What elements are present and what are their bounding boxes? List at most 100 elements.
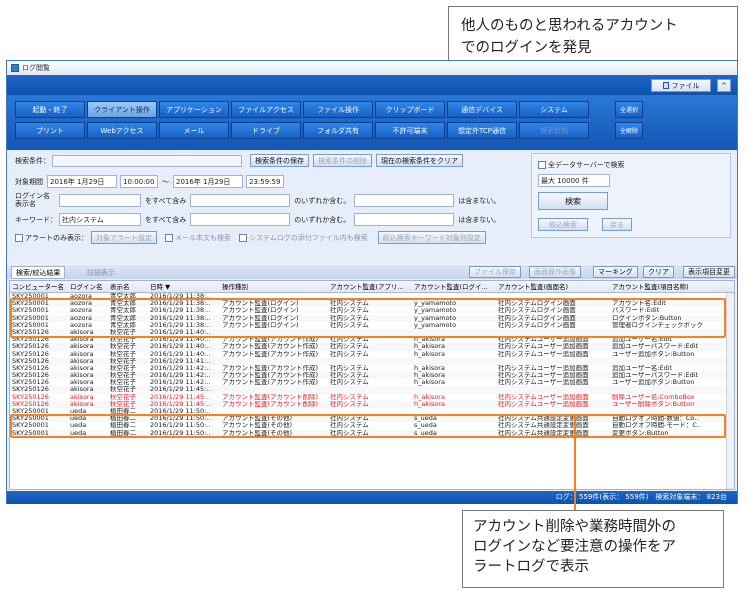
- table-cell: アカウント監査(アカウント作成): [222, 364, 319, 372]
- category-web-access[interactable]: Webアクセス: [87, 122, 157, 139]
- column-header[interactable]: アカウント監査(アプリ...: [328, 281, 412, 292]
- column-header[interactable]: アカウント監査(画面名): [496, 281, 610, 292]
- category-file-op[interactable]: ファイル操作: [303, 101, 373, 118]
- alert-only-checkbox[interactable]: [15, 233, 23, 242]
- category-folder-share[interactable]: フォルダ共有: [303, 122, 373, 139]
- collapse-button[interactable]: ^: [717, 79, 731, 92]
- login-row: をすべて含み のいずれか含む。 は含まない。: [59, 194, 504, 207]
- period-tilde: 〜: [162, 177, 169, 186]
- column-header[interactable]: アカウント監査(ログイ...: [412, 281, 496, 292]
- alert-row[interactable]: SKY250126 akisora 秋空花子 2016/1/29 11:45:.. アカ…: [10, 394, 734, 401]
- category-system[interactable]: システム: [519, 101, 589, 118]
- refine-keyword-button[interactable]: 絞込検索キーワード対象列設定: [377, 231, 486, 244]
- max-count-select[interactable]: 最大 10000 件: [538, 174, 610, 187]
- login-any-input[interactable]: [190, 194, 291, 207]
- column-header[interactable]: 日時 ▼: [148, 281, 220, 292]
- all-servers-row: 全データサーバーで検索: [538, 160, 625, 170]
- keyword-any-input[interactable]: [190, 213, 291, 226]
- table-cell: ユーザー追加ボタン:Button: [612, 350, 695, 358]
- search-button[interactable]: 検索: [538, 192, 608, 210]
- back-button[interactable]: 戻る: [602, 218, 632, 231]
- category-application[interactable]: アプリケーション: [159, 101, 229, 118]
- table-cell: 秋空花子: [110, 386, 136, 394]
- table-row[interactable]: SKY250126 akisora 秋空花子 2016/1/29 11:42:.. アカ…: [10, 372, 734, 380]
- login-not-input[interactable]: [354, 194, 455, 207]
- keyword-all-input[interactable]: 社内システム: [59, 213, 141, 226]
- column-header[interactable]: 操作種別: [220, 281, 328, 292]
- category-comm-device[interactable]: 通信デバイス: [447, 101, 517, 118]
- marking-button[interactable]: マーキング: [593, 266, 638, 278]
- table-cell: 秋空花子: [110, 379, 136, 387]
- date-from-input[interactable]: 2016年 1月29日: [47, 175, 117, 188]
- category-clipboard[interactable]: クリップボード: [375, 101, 445, 118]
- category-startup[interactable]: 起動・終了: [15, 101, 85, 118]
- clear-condition-button[interactable]: 現在の検索条件をクリア: [376, 154, 463, 167]
- category-file-access[interactable]: ファイルアクセス: [231, 101, 301, 118]
- alert-only-label: アラートのみ表示：: [25, 233, 88, 242]
- table-cell: h_akisora: [414, 393, 445, 401]
- time-to-input[interactable]: 23:59:59: [246, 175, 284, 188]
- date-to-input[interactable]: 2016年 1月29日: [173, 175, 243, 188]
- table-cell: h_akisora: [414, 350, 445, 358]
- time-from-input[interactable]: 10:00:00: [120, 175, 158, 188]
- category-unexpected-tcp[interactable]: 想定外TCP通信: [447, 122, 517, 139]
- screen-image-button[interactable]: 画面操作画像: [529, 266, 581, 278]
- category-search-monitor[interactable]: 検索監視: [519, 122, 589, 139]
- category-mail[interactable]: メール: [159, 122, 229, 139]
- highlight-alert-rows: [10, 414, 726, 438]
- table-row[interactable]: SKY250126 akisora 秋空花子 2016/1/29 11:42:.. アカ…: [10, 365, 734, 372]
- table-cell: [328, 386, 412, 393]
- column-change-button[interactable]: 表示項目変更: [683, 266, 735, 278]
- search-options-panel: 全データサーバーで検索 最大 10000 件 検索 絞込検索 戻る: [531, 153, 731, 238]
- table-cell: SKY250126: [12, 364, 49, 372]
- table-cell: [496, 386, 610, 393]
- column-header[interactable]: アカウント監査(項目名称): [610, 281, 722, 292]
- table-cell: h_akisora: [414, 379, 445, 387]
- table-row[interactable]: SKY250126 akisora 秋空花子 2016/1/29 11:42:.. アカ…: [10, 379, 734, 386]
- callout-top: 他人のものと思われるアカウント でのログインを発見: [448, 6, 738, 68]
- save-condition-button[interactable]: 検索条件の保存: [250, 154, 309, 167]
- keyword-row: キーワード： 社内システム をすべて含み のいずれか含む。 は含まない。: [15, 213, 504, 226]
- category-client-op[interactable]: クライアント操作: [87, 101, 157, 118]
- table-row[interactable]: SKY250126 akisora 秋空花子 2016/1/29 11:40:.. アカ…: [10, 351, 734, 358]
- table-row[interactable]: SKY250126 akisora 秋空花子 2016/1/29 11:40:.. アカ…: [10, 343, 734, 351]
- login-name-label: ログイン名: [15, 192, 50, 200]
- mail-body-checkbox[interactable]: [165, 233, 173, 242]
- category-unauthorized-device[interactable]: 不許可端末: [375, 122, 445, 139]
- table-row[interactable]: SKY250126 akisora 秋空花子 2016/1/29 11:45:..: [10, 386, 734, 394]
- clear-button[interactable]: クリア: [643, 266, 674, 278]
- table-row[interactable]: SKY250126 akisora 秋空花子 2016/1/29 11:41:..: [10, 357, 734, 365]
- table-cell: ユーザー追加ボタン:Button: [612, 379, 695, 387]
- column-header[interactable]: ログイン名: [68, 281, 108, 292]
- category-print[interactable]: プリント: [15, 122, 85, 139]
- delete-condition-button[interactable]: 検索条件の削除: [313, 154, 372, 167]
- deselect-all-button[interactable]: 全解除: [615, 122, 643, 139]
- file-save-button[interactable]: ファイル保存: [469, 266, 521, 278]
- table-cell: 2016/1/29 11:42:..: [150, 364, 211, 372]
- column-header[interactable]: 表示名: [108, 281, 148, 292]
- tab-search-results[interactable]: 検索/絞込結果: [11, 266, 66, 279]
- keyword-not-input[interactable]: [354, 213, 455, 226]
- condition-select[interactable]: [52, 154, 242, 167]
- refine-search-button[interactable]: 絞込検索: [538, 218, 588, 231]
- keyword-all-suffix: をすべて含み: [145, 215, 187, 224]
- table-cell: 追加ユーザーパスワード:Edit: [612, 372, 699, 380]
- tab-detail[interactable]: 詳細表示: [83, 266, 119, 279]
- table-cell: 追加ユーザーパスワード:Edit: [612, 343, 699, 351]
- app-icon: [11, 64, 19, 72]
- table-cell: 秋空花子: [110, 400, 136, 408]
- column-header[interactable]: コンピューター名: [10, 281, 68, 292]
- table-cell: 社内システム: [330, 379, 369, 387]
- select-all-button[interactable]: 全選択: [615, 101, 643, 118]
- table-cell: [412, 358, 496, 365]
- login-all-input[interactable]: [59, 194, 141, 207]
- grid-scrollbar[interactable]: [726, 293, 734, 489]
- alert-row[interactable]: SKY250126 akisora 秋空花子 2016/1/29 11:45:.. アカ…: [10, 400, 734, 408]
- file-button[interactable]: ファイル: [651, 79, 711, 92]
- table-cell: 秋空花子: [110, 357, 136, 365]
- all-servers-checkbox[interactable]: [538, 161, 546, 169]
- table-cell: SKY250126: [12, 400, 49, 408]
- attach-search-checkbox[interactable]: [239, 233, 247, 242]
- alert-setting-button[interactable]: 対象アラート設定: [91, 231, 157, 244]
- category-drive[interactable]: ドライブ: [231, 122, 301, 139]
